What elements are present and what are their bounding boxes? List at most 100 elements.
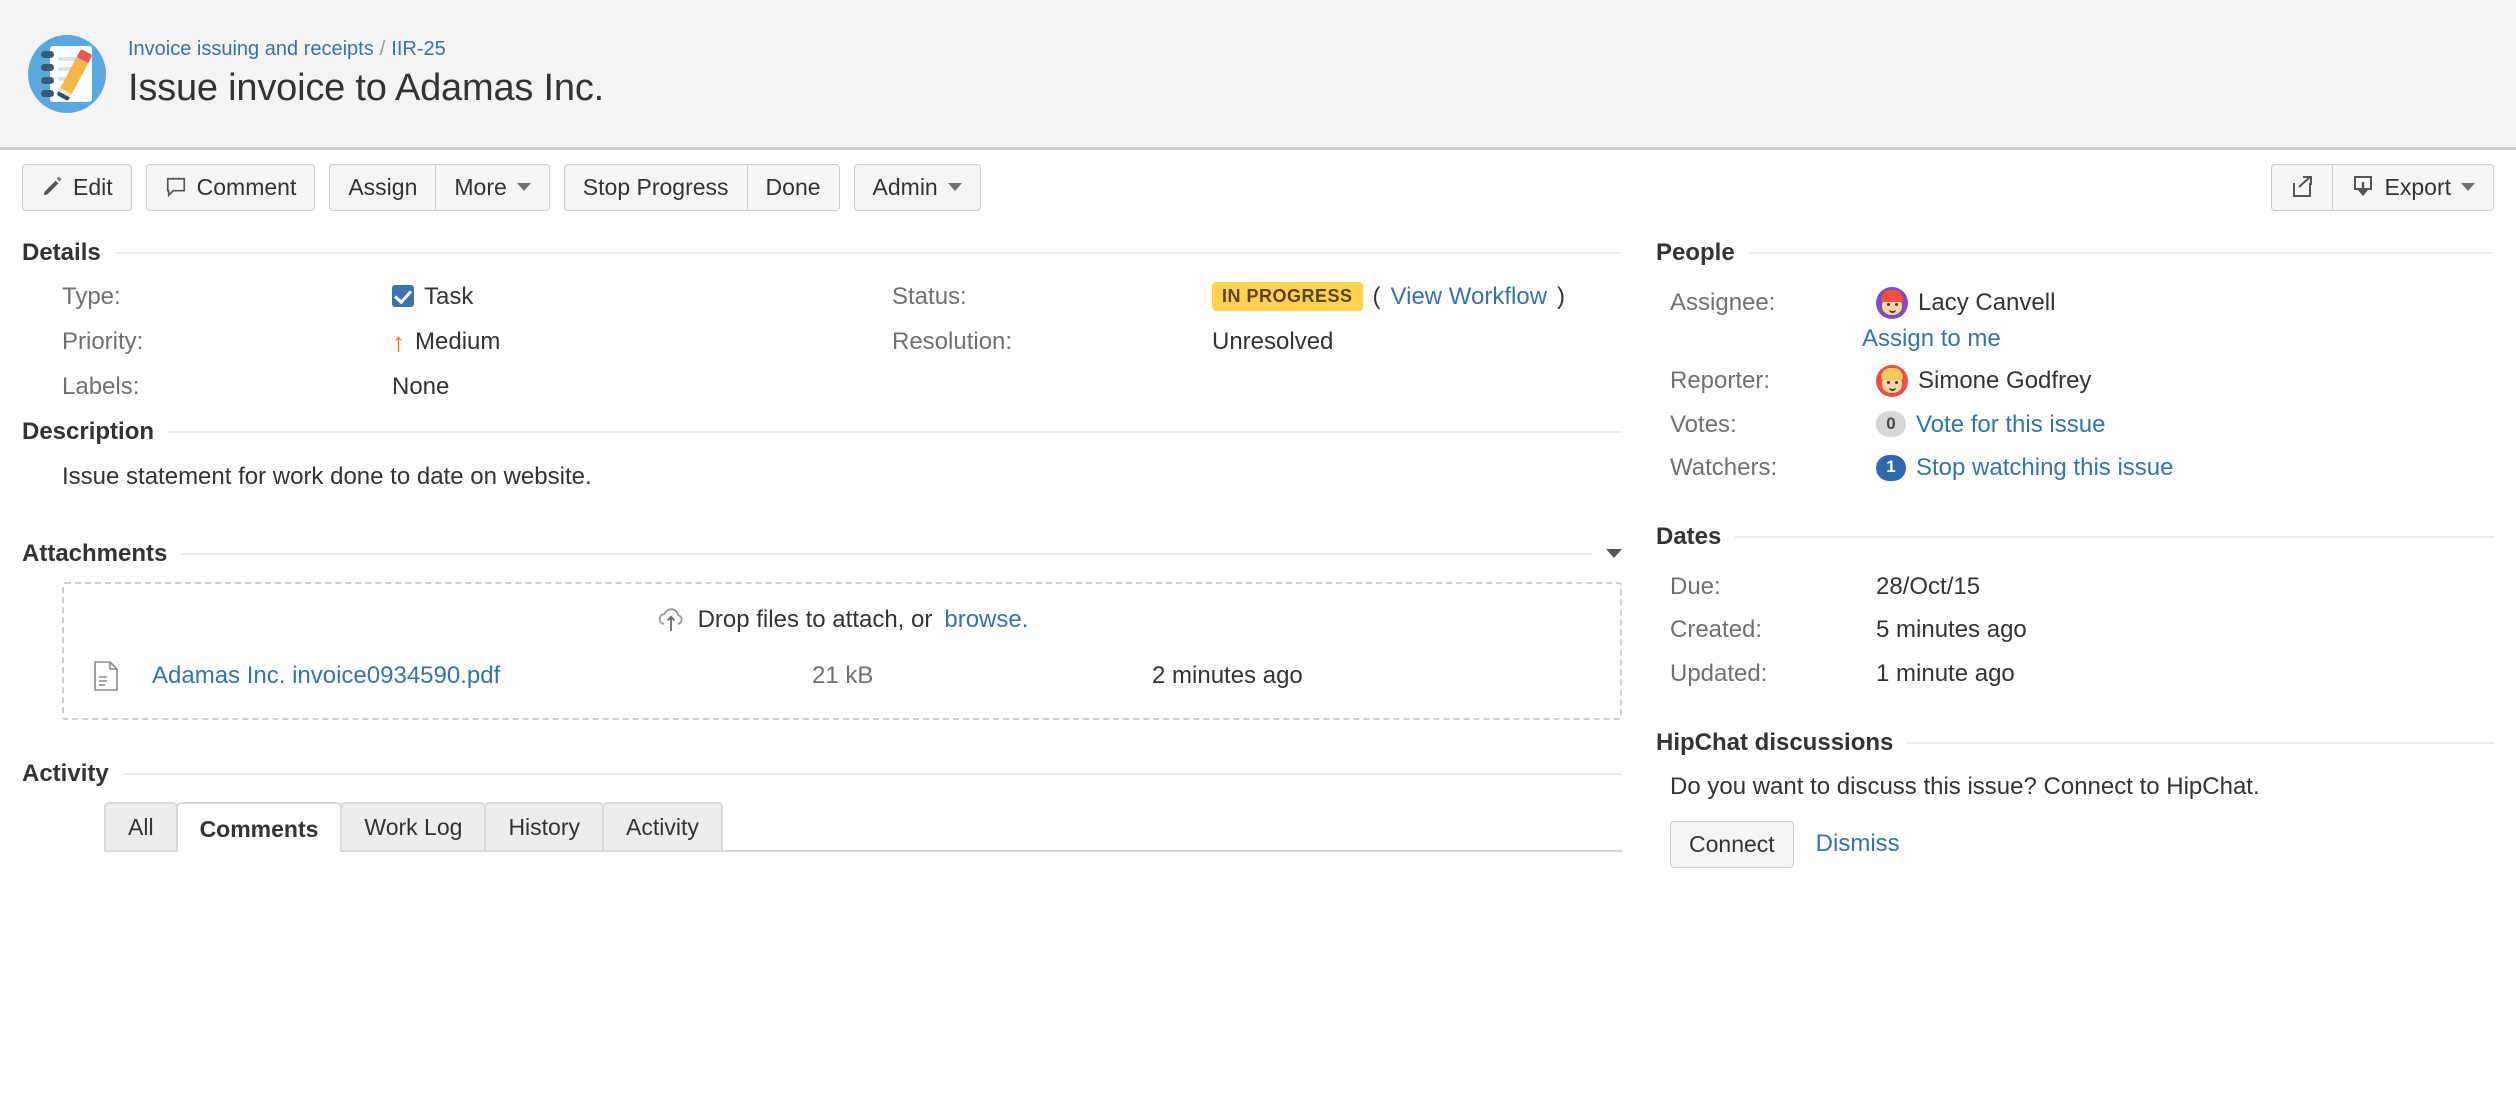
tab-comments[interactable]: Comments bbox=[175, 801, 343, 852]
assign-button[interactable]: Assign bbox=[329, 164, 436, 211]
status-badge: IN PROGRESS bbox=[1212, 281, 1363, 312]
pencil-icon bbox=[41, 176, 63, 198]
priority-value: ↑ Medium bbox=[392, 326, 892, 357]
people-grid: Assignee: Lacy Canvell bbox=[1656, 281, 2494, 325]
section-divider bbox=[122, 772, 1622, 775]
edit-button[interactable]: Edit bbox=[22, 164, 132, 211]
activity-heading: Activity bbox=[22, 759, 109, 787]
chevron-down-icon[interactable] bbox=[1606, 549, 1622, 559]
priority-value-text: Medium bbox=[415, 327, 501, 355]
more-button[interactable]: More bbox=[435, 164, 550, 211]
arrow-up-icon: ↑ bbox=[392, 326, 405, 357]
details-section-header: Details bbox=[22, 239, 1622, 267]
breadcrumb-project-link[interactable]: Invoice issuing and receipts bbox=[128, 38, 374, 60]
tab-history[interactable]: History bbox=[484, 801, 604, 850]
dates-heading: Dates bbox=[1656, 523, 1722, 551]
attachments-section-header: Attachments bbox=[22, 540, 1622, 568]
dropzone-prompt: Drop files to attach, or browse. bbox=[64, 606, 1620, 634]
stop-watching-link[interactable]: Stop watching this issue bbox=[1916, 452, 2173, 483]
hipchat-prompt: Do you want to discuss this issue? Conne… bbox=[1670, 772, 2260, 800]
workflow-button-group: Stop Progress Done bbox=[563, 164, 840, 211]
assignee-label: Assignee: bbox=[1670, 288, 1776, 316]
attachment-file-size: 21 kB bbox=[812, 661, 874, 689]
people-heading: People bbox=[1656, 238, 1735, 266]
status-value: IN PROGRESS (View Workflow) bbox=[1212, 281, 1622, 312]
avatar[interactable] bbox=[1876, 286, 1908, 319]
breadcrumb-separator: / bbox=[379, 37, 386, 60]
resolution-value: Unresolved bbox=[1212, 327, 1334, 355]
done-button-label: Done bbox=[765, 174, 821, 200]
comment-button[interactable]: Comment bbox=[145, 164, 316, 211]
updated-value: 1 minute ago bbox=[1876, 659, 2015, 687]
download-icon bbox=[2351, 175, 2375, 199]
watchers-label: Watchers: bbox=[1670, 453, 1778, 481]
chevron-down-icon bbox=[947, 183, 962, 192]
created-label: Created: bbox=[1670, 616, 1763, 644]
tab-activity[interactable]: Activity bbox=[602, 801, 723, 850]
description-body: Issue statement for work done to date on… bbox=[62, 463, 592, 491]
reporter-value: Simone Godfrey bbox=[1876, 359, 2494, 403]
page-header: Invoice issuing and receipts / IIR-25 Issu… bbox=[0, 0, 2516, 150]
section-divider bbox=[1748, 251, 2494, 254]
tab-work-log[interactable]: Work Log bbox=[340, 801, 487, 850]
resolution-label: Resolution: bbox=[892, 327, 1013, 355]
dismiss-link[interactable]: Dismiss bbox=[1816, 830, 1900, 858]
chevron-down-icon bbox=[516, 183, 531, 192]
comment-button-group: Comment bbox=[145, 164, 316, 211]
assign-more-button-group: Assign More bbox=[329, 164, 550, 211]
paren-close: ) bbox=[1557, 282, 1566, 310]
stop-progress-button[interactable]: Stop Progress bbox=[563, 164, 747, 211]
tab-all[interactable]: All bbox=[104, 801, 178, 850]
stop-progress-button-label: Stop Progress bbox=[582, 174, 729, 200]
type-value-text: Task bbox=[424, 282, 474, 310]
description-section-header: Description bbox=[22, 418, 1622, 446]
issue-main-column: Details Type: Task Status: IN PROGRESS (… bbox=[22, 223, 1622, 868]
edit-button-group: Edit bbox=[22, 164, 132, 211]
view-workflow-link[interactable]: View Workflow bbox=[1391, 281, 1548, 312]
type-label: Type: bbox=[62, 282, 121, 310]
section-divider bbox=[168, 431, 1622, 434]
watchers-value: 1 Stop watching this issue bbox=[1876, 446, 2494, 489]
activity-section-header: Activity bbox=[22, 760, 1622, 788]
people-section-header: People bbox=[1656, 239, 2494, 267]
hipchat-actions: Connect Dismiss bbox=[1656, 821, 2494, 868]
hipchat-heading: HipChat discussions bbox=[1656, 728, 1894, 756]
share-button[interactable] bbox=[2270, 164, 2332, 211]
issue-body: Details Type: Task Status: IN PROGRESS (… bbox=[0, 223, 2516, 868]
edit-button-label: Edit bbox=[73, 174, 113, 200]
issue-sidebar-column: People Assignee: Lacy Canvell Assign to … bbox=[1656, 223, 2494, 868]
attachment-row: Adamas Inc. invoice0934590.pdf 21 kB 2 m… bbox=[64, 660, 1620, 692]
details-grid: Type: Task Status: IN PROGRESS (View Wor… bbox=[22, 281, 1622, 403]
hipchat-section-header: HipChat discussions bbox=[1656, 729, 2494, 757]
assign-button-label: Assign bbox=[348, 174, 418, 200]
attachment-file-link[interactable]: Adamas Inc. invoice0934590.pdf bbox=[152, 662, 812, 690]
upload-cloud-icon bbox=[656, 607, 686, 633]
details-heading: Details bbox=[22, 238, 101, 266]
votes-value: 0 Vote for this issue bbox=[1876, 403, 2494, 446]
dates-grid: Due: 28/Oct/15 Created: 5 minutes ago Up… bbox=[1656, 565, 2494, 695]
reporter-label: Reporter: bbox=[1670, 366, 1771, 394]
avatar[interactable] bbox=[1876, 364, 1908, 397]
done-button[interactable]: Done bbox=[746, 164, 840, 211]
more-button-label: More bbox=[454, 174, 507, 200]
priority-label: Priority: bbox=[62, 327, 144, 355]
file-document-icon bbox=[92, 660, 152, 692]
breadcrumb: Invoice issuing and receipts / IIR-25 bbox=[128, 37, 604, 61]
connect-button[interactable]: Connect bbox=[1670, 821, 1794, 868]
browse-link[interactable]: browse. bbox=[944, 606, 1028, 634]
type-value: Task bbox=[392, 281, 892, 312]
vote-for-issue-link[interactable]: Vote for this issue bbox=[1916, 409, 2105, 440]
comment-button-label: Comment bbox=[196, 174, 297, 200]
attachment-file-date: 2 minutes ago bbox=[1152, 661, 1303, 689]
admin-button[interactable]: Admin bbox=[853, 164, 981, 211]
export-button[interactable]: Export bbox=[2331, 164, 2494, 211]
watchers-count-badge: 1 bbox=[1876, 454, 1906, 481]
attachment-dropzone[interactable]: Drop files to attach, or browse. Adamas … bbox=[62, 581, 1622, 720]
share-export-button-group: Export bbox=[2270, 164, 2494, 211]
section-divider bbox=[114, 251, 1622, 254]
votes-count-badge: 0 bbox=[1876, 411, 1906, 438]
due-value: 28/Oct/15 bbox=[1876, 573, 1981, 601]
assign-to-me-link[interactable]: Assign to me bbox=[1862, 325, 2001, 352]
assignee-value: Lacy Canvell bbox=[1876, 281, 2494, 325]
breadcrumb-issue-link[interactable]: IIR-25 bbox=[391, 38, 445, 60]
